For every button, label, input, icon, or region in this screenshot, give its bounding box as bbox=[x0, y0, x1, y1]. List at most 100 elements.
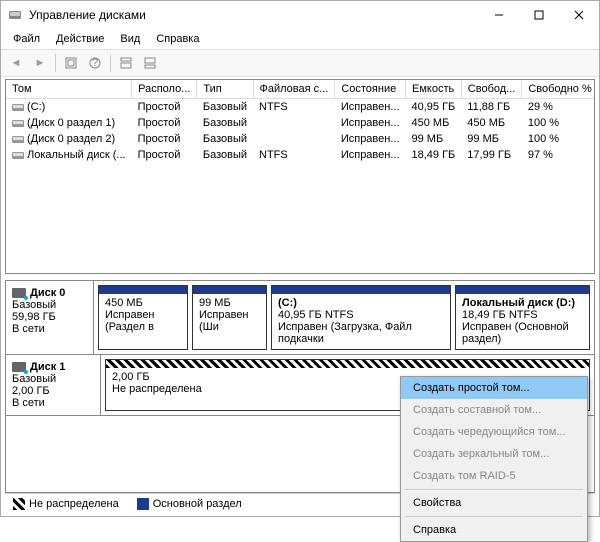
cell: (Диск 0 раздел 2) bbox=[6, 131, 132, 147]
cell: 18,49 ГБ bbox=[406, 147, 462, 163]
partition-size: 18,49 ГБ NTFS bbox=[462, 309, 583, 321]
cell: 97 % bbox=[522, 147, 595, 163]
cell: 11,88 ГБ bbox=[461, 99, 522, 116]
cell: Локальный диск (... bbox=[6, 147, 132, 163]
legend-swatch bbox=[13, 498, 25, 510]
volume-icon bbox=[12, 134, 24, 144]
cell: Простой bbox=[132, 99, 197, 116]
volume-icon bbox=[12, 118, 24, 128]
volume-row[interactable]: Локальный диск (...ПростойБазовыйNTFSИсп… bbox=[6, 147, 595, 163]
cell: NTFS bbox=[253, 147, 335, 163]
partition-status: Исправен (Раздел в bbox=[105, 309, 181, 333]
cell: Базовый bbox=[197, 147, 253, 163]
ctx-create-simple-volume[interactable]: Создать простой том... bbox=[401, 377, 587, 399]
disk-0-size: 59,98 ГБ bbox=[12, 311, 87, 323]
minimize-button[interactable] bbox=[479, 1, 519, 29]
partition-bar bbox=[106, 360, 589, 368]
ctx-create-striped-volume: Создать чередующийся том... bbox=[401, 421, 587, 443]
column-header[interactable]: Состояние bbox=[335, 80, 406, 99]
cell: 100 % bbox=[522, 115, 595, 131]
cell: (C:) bbox=[6, 99, 132, 116]
partition-bar bbox=[99, 286, 187, 294]
ctx-properties[interactable]: Свойства bbox=[401, 492, 587, 514]
legend-label: Не распределена bbox=[29, 498, 119, 510]
partition-status: Исправен (Загрузка, Файл подкачки bbox=[278, 321, 444, 345]
cell: 450 МБ bbox=[406, 115, 462, 131]
cell: Исправен... bbox=[335, 115, 406, 131]
menu-file[interactable]: Файл bbox=[5, 31, 48, 47]
disk-1-info[interactable]: Диск 1 Базовый 2,00 ГБ В сети bbox=[6, 355, 101, 415]
partition[interactable]: 99 МБИсправен (Ши bbox=[192, 285, 267, 350]
window-title: Управление дисками bbox=[29, 8, 479, 22]
ctx-create-raid5-volume: Создать том RAID-5 bbox=[401, 465, 587, 487]
cell: 99 МБ bbox=[461, 131, 522, 147]
partition-title: Локальный диск (D:) bbox=[462, 297, 583, 309]
ctx-create-spanned-volume: Создать составной том... bbox=[401, 399, 587, 421]
menu-action[interactable]: Действие bbox=[48, 31, 112, 47]
window-controls bbox=[479, 1, 599, 29]
legend-unallocated: Не распределена bbox=[13, 498, 119, 510]
partition-title: (C:) bbox=[278, 297, 444, 309]
legend-primary: Основной раздел bbox=[137, 498, 242, 510]
disk-1-size: 2,00 ГБ bbox=[12, 385, 94, 397]
menu-view[interactable]: Вид bbox=[112, 31, 148, 47]
column-header[interactable]: Свобод... bbox=[461, 80, 522, 99]
cell bbox=[253, 131, 335, 147]
cell bbox=[253, 115, 335, 131]
column-header[interactable]: Емкость bbox=[406, 80, 462, 99]
separator bbox=[55, 54, 56, 72]
help-button[interactable]: ? bbox=[84, 52, 106, 74]
cell: Базовый bbox=[197, 99, 253, 116]
disk-0-status: В сети bbox=[12, 323, 87, 335]
partition-size: 40,95 ГБ NTFS bbox=[278, 309, 444, 321]
column-header[interactable]: Свободно % bbox=[522, 80, 595, 99]
column-header[interactable]: Располо... bbox=[132, 80, 197, 99]
cell: (Диск 0 раздел 1) bbox=[6, 115, 132, 131]
context-menu: Создать простой том... Создать составной… bbox=[400, 376, 588, 542]
partition[interactable]: 450 МБИсправен (Раздел в bbox=[98, 285, 188, 350]
cell: 17,99 ГБ bbox=[461, 147, 522, 163]
column-header[interactable]: Файловая с... bbox=[253, 80, 335, 99]
disk-0-label: Диск 0 bbox=[30, 287, 65, 299]
volume-icon bbox=[12, 102, 24, 112]
cell: Базовый bbox=[197, 115, 253, 131]
volume-icon bbox=[12, 150, 24, 160]
partition[interactable]: (C:)40,95 ГБ NTFSИсправен (Загрузка, Фай… bbox=[271, 285, 451, 350]
list-bottom-button[interactable] bbox=[139, 52, 161, 74]
disk-0-info[interactable]: Диск 0 Базовый 59,98 ГБ В сети bbox=[6, 281, 94, 354]
cell: Исправен... bbox=[335, 131, 406, 147]
back-button[interactable]: ◄ bbox=[5, 52, 27, 74]
separator bbox=[405, 489, 583, 490]
toolbar: ◄ ► ? bbox=[1, 49, 599, 77]
volume-row[interactable]: (Диск 0 раздел 1)ПростойБазовый Исправен.… bbox=[6, 115, 595, 131]
cell: Простой bbox=[132, 147, 197, 163]
volume-row[interactable]: (C:)ПростойБазовыйNTFSИсправен...40,95 Г… bbox=[6, 99, 595, 116]
volume-list[interactable]: ТомРасполо...ТипФайловая с...СостояниеЕм… bbox=[5, 79, 595, 274]
legend-swatch bbox=[137, 498, 149, 510]
forward-button[interactable]: ► bbox=[29, 52, 51, 74]
partition-bar bbox=[272, 286, 450, 294]
app-icon bbox=[7, 7, 23, 23]
partition-bar bbox=[193, 286, 266, 294]
partition[interactable]: Локальный диск (D:)18,49 ГБ NTFSИсправен… bbox=[455, 285, 590, 350]
volume-row[interactable]: (Диск 0 раздел 2)ПростойБазовыйИсправен.… bbox=[6, 131, 595, 147]
partition-bar bbox=[456, 286, 589, 294]
maximize-button[interactable] bbox=[519, 1, 559, 29]
partition-status: Исправен (Ши bbox=[199, 309, 260, 333]
svg-text:?: ? bbox=[92, 57, 98, 69]
legend-label: Основной раздел bbox=[153, 498, 242, 510]
cell: Простой bbox=[132, 131, 197, 147]
cell: Простой bbox=[132, 115, 197, 131]
disk-1-label: Диск 1 bbox=[30, 361, 65, 373]
close-button[interactable] bbox=[559, 1, 599, 29]
refresh-button[interactable] bbox=[60, 52, 82, 74]
disk-row-0: Диск 0 Базовый 59,98 ГБ В сети 450 МБИсп… bbox=[6, 281, 594, 355]
cell: 40,95 ГБ bbox=[406, 99, 462, 116]
ctx-help[interactable]: Справка bbox=[401, 519, 587, 541]
list-top-button[interactable] bbox=[115, 52, 137, 74]
column-header[interactable]: Том bbox=[6, 80, 132, 99]
ctx-create-mirrored-volume: Создать зеркальный том... bbox=[401, 443, 587, 465]
column-header[interactable]: Тип bbox=[197, 80, 253, 99]
disk-1-status: В сети bbox=[12, 397, 94, 409]
menu-help[interactable]: Справка bbox=[148, 31, 207, 47]
